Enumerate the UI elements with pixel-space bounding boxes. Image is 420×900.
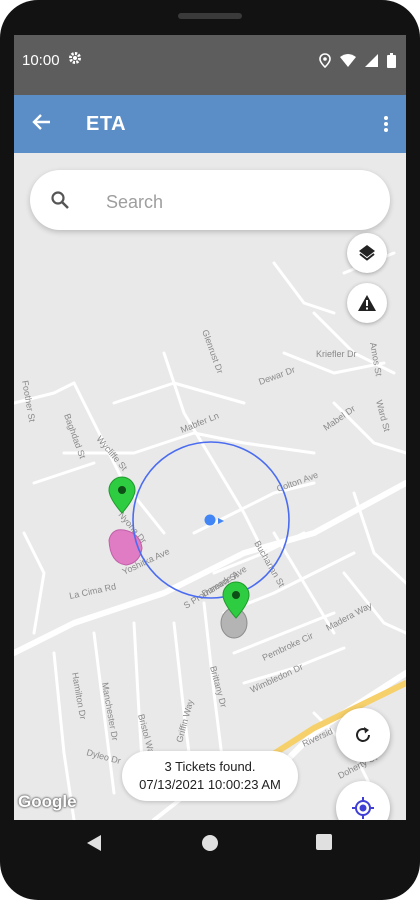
overflow-menu-button[interactable] bbox=[376, 111, 396, 137]
status-bar: 10:00 bbox=[14, 35, 406, 95]
street-label: Hamilton Dr bbox=[70, 672, 88, 721]
street-label: Dyleo Dr bbox=[85, 747, 121, 766]
arrow-back-icon bbox=[32, 114, 50, 130]
toast-timestamp: 07/13/2021 10:00:23 AM bbox=[139, 777, 281, 792]
street-label: Glenrust Dr bbox=[200, 328, 225, 375]
street-label: La Cima Rd bbox=[68, 581, 117, 601]
back-button[interactable] bbox=[28, 107, 56, 137]
nav-recents-button[interactable] bbox=[316, 834, 332, 855]
layers-button[interactable] bbox=[347, 233, 387, 273]
street-label: Ward St bbox=[374, 399, 392, 433]
street-label: Griffin Way bbox=[174, 698, 195, 744]
street-label: Madera Way bbox=[324, 600, 374, 633]
alerts-button[interactable] bbox=[347, 283, 387, 323]
screen: 10:00 ETA Kriefler Dr Amos St Glenrust D… bbox=[14, 35, 406, 820]
map-view[interactable]: Kriefler Dr Amos St Glenrust Dr Dewar Dr… bbox=[14, 153, 406, 820]
search-bar[interactable] bbox=[30, 170, 390, 230]
my-location-icon bbox=[352, 797, 374, 819]
device-frame: 10:00 ETA Kriefler Dr Amos St Glenrust D… bbox=[0, 0, 420, 900]
nav-back-button[interactable] bbox=[86, 834, 102, 857]
user-location-dot bbox=[204, 514, 216, 526]
system-nav-bar bbox=[0, 820, 420, 866]
home-circle-icon bbox=[202, 835, 218, 851]
street-label: Pembroke Cir bbox=[261, 630, 315, 662]
street-label: Amos St bbox=[368, 342, 384, 378]
page-title: ETA bbox=[86, 113, 127, 135]
google-logo: Google bbox=[18, 792, 77, 811]
settings-icon bbox=[68, 51, 82, 69]
search-icon[interactable] bbox=[50, 190, 70, 210]
street-label: Dewar Dr bbox=[257, 364, 296, 386]
speaker-grille bbox=[178, 13, 242, 19]
more-vert-icon bbox=[384, 116, 388, 132]
signal-icon bbox=[365, 54, 378, 72]
nav-home-button[interactable] bbox=[201, 834, 219, 857]
street-label: Brittany Dr bbox=[208, 665, 229, 709]
tickets-found-toast: 3 Tickets found. 07/13/2021 10:00:23 AM bbox=[122, 751, 298, 801]
location-icon bbox=[319, 53, 331, 73]
status-icons bbox=[319, 53, 396, 73]
battery-icon bbox=[387, 53, 396, 73]
back-triangle-icon bbox=[87, 835, 101, 851]
refresh-icon bbox=[356, 727, 370, 742]
app-bar: ETA bbox=[14, 95, 406, 153]
recents-square-icon bbox=[316, 834, 332, 850]
street-label: Kriefler Dr bbox=[316, 349, 357, 359]
status-time: 10:00 bbox=[22, 52, 60, 69]
wifi-icon bbox=[340, 54, 356, 72]
layers-icon bbox=[359, 245, 375, 261]
search-input[interactable] bbox=[104, 188, 368, 216]
refresh-button[interactable] bbox=[336, 708, 390, 762]
ticket-marker[interactable] bbox=[108, 476, 136, 514]
toast-message: 3 Tickets found. bbox=[164, 759, 256, 774]
warning-icon bbox=[358, 295, 376, 311]
